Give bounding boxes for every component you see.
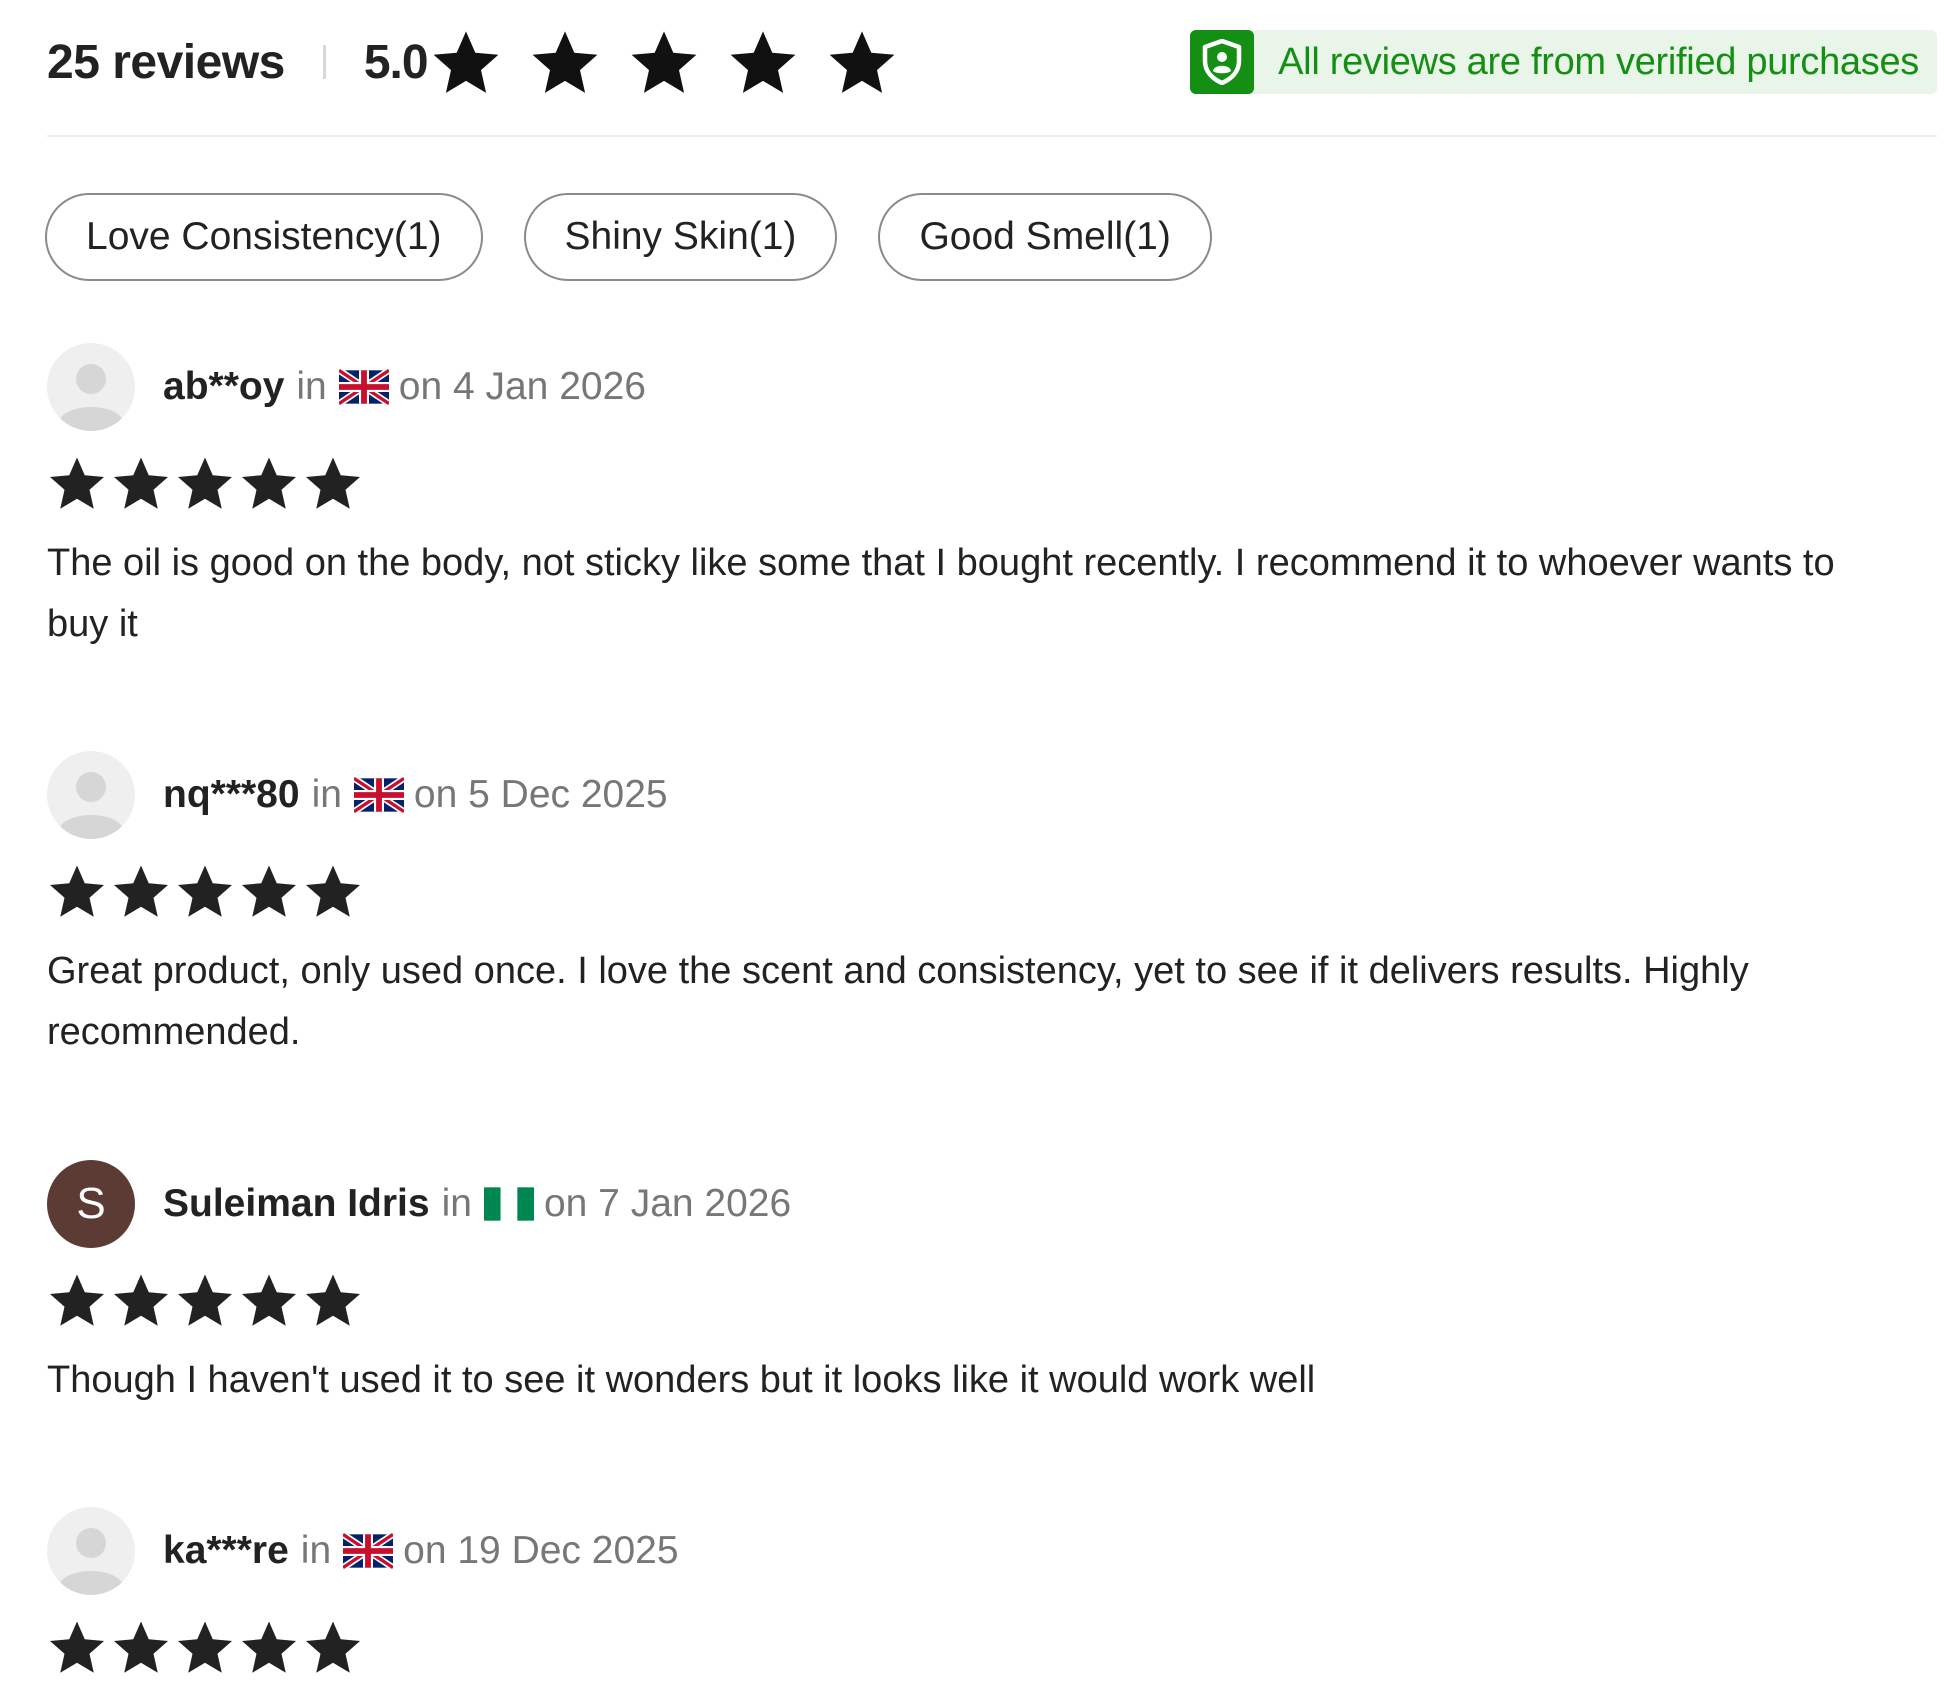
review-rating-stars xyxy=(47,861,1907,921)
tag-shiny-skin[interactable]: Shiny Skin(1) xyxy=(523,193,838,281)
review-header: ab**oy in on 4 Jan 2026 xyxy=(47,343,1907,431)
reviews-summary-header: 25 reviews 5.0 All reviews are from veri… xyxy=(47,22,1937,102)
star-icon xyxy=(306,1274,360,1326)
review-text: The oil is good on the body, not sticky … xyxy=(47,542,1835,645)
star-icon xyxy=(114,1621,168,1673)
review-date: on 7 Jan 2026 xyxy=(543,1182,792,1225)
uk-flag-icon xyxy=(338,367,389,407)
review-item: ab**oy in on 4 Jan 2026 The oil is good … xyxy=(47,343,1907,655)
star-icon xyxy=(178,1274,232,1326)
star-icon xyxy=(50,1621,104,1673)
star-icon xyxy=(242,1621,296,1673)
star-icon xyxy=(306,1621,360,1673)
review-tag-filters: Love Consistency(1) Shiny Skin(1) Good S… xyxy=(45,193,1253,281)
header-divider xyxy=(47,135,1937,137)
shield-icon xyxy=(1190,30,1255,94)
default-avatar-icon xyxy=(47,751,135,839)
review-date: on 19 Dec 2025 xyxy=(403,1529,679,1572)
star-icon xyxy=(306,457,360,509)
default-avatar-icon xyxy=(47,1507,135,1595)
star-icon xyxy=(50,865,104,917)
review-header: S Suleiman Idris in on 7 Jan 2026 xyxy=(47,1160,1907,1248)
star-icon xyxy=(178,457,232,509)
star-icon xyxy=(178,865,232,917)
default-avatar-icon xyxy=(47,343,135,431)
reviews-page: 25 reviews 5.0 All reviews are from veri… xyxy=(0,0,1946,1694)
star-icon xyxy=(50,457,104,509)
star-icon xyxy=(242,457,296,509)
star-icon xyxy=(829,31,894,93)
tag-love-consistency[interactable]: Love Consistency(1) xyxy=(45,193,483,281)
review-item: nq***80 in on 5 Dec 2025 Great product, … xyxy=(47,751,1907,1063)
review-item: ka***re in on 19 Dec 2025 xyxy=(47,1507,1907,1677)
review-date: on 5 Dec 2025 xyxy=(413,773,668,816)
reviewer-in-label: in xyxy=(311,773,342,816)
tag-good-smell[interactable]: Good Smell(1) xyxy=(878,193,1212,281)
verified-purchases-text: All reviews are from verified purchases xyxy=(1278,40,1919,83)
review-rating-stars xyxy=(47,1270,1907,1330)
verified-purchases-badge: All reviews are from verified purchases xyxy=(1190,30,1937,94)
star-icon xyxy=(306,865,360,917)
reviewer-in-label: in xyxy=(300,1529,332,1572)
reviewer-name: ab**oy xyxy=(163,365,285,408)
star-icon xyxy=(730,31,795,93)
review-text: Great product, only used once. I love th… xyxy=(47,950,1749,1053)
reviewer-name: Suleiman Idris xyxy=(163,1182,430,1225)
star-icon xyxy=(114,457,168,509)
review-rating-stars xyxy=(47,453,1907,513)
review-header: ka***re in on 19 Dec 2025 xyxy=(47,1507,1907,1595)
average-rating-stars xyxy=(430,26,925,98)
review-header: nq***80 in on 5 Dec 2025 xyxy=(47,751,1907,839)
avatar-initial: S xyxy=(76,1179,106,1228)
star-icon xyxy=(631,31,696,93)
reviewer-name: ka***re xyxy=(163,1529,289,1572)
star-icon xyxy=(178,1621,232,1673)
reviewer-in-label: in xyxy=(296,365,327,408)
star-icon xyxy=(242,1274,296,1326)
review-meta: ab**oy in on 4 Jan 2026 xyxy=(163,365,646,409)
review-meta: Suleiman Idris in on 7 Jan 2026 xyxy=(163,1182,791,1226)
star-icon xyxy=(114,1274,168,1326)
star-icon xyxy=(242,865,296,917)
star-icon xyxy=(50,1274,104,1326)
uk-flag-icon xyxy=(353,775,404,815)
review-date: on 4 Jan 2026 xyxy=(398,365,646,408)
average-rating: 5.0 xyxy=(363,35,429,89)
reviewer-in-label: in xyxy=(441,1182,472,1225)
user-avatar: S xyxy=(47,1160,135,1248)
reviewer-name: nq***80 xyxy=(163,773,300,816)
review-meta: ka***re in on 19 Dec 2025 xyxy=(163,1529,679,1573)
review-meta: nq***80 in on 5 Dec 2025 xyxy=(163,773,668,817)
nigeria-flag-icon xyxy=(483,1187,534,1221)
star-icon xyxy=(433,31,498,93)
review-count: 25 reviews xyxy=(47,35,285,89)
star-icon xyxy=(114,865,168,917)
review-item: S Suleiman Idris in on 7 Jan 2026 Though… xyxy=(47,1160,1907,1411)
uk-flag-icon xyxy=(343,1531,394,1571)
star-icon xyxy=(532,31,597,93)
review-rating-stars xyxy=(47,1617,1907,1677)
review-text: Though I haven't used it to see it wonde… xyxy=(47,1359,1316,1401)
header-separator xyxy=(322,45,326,79)
